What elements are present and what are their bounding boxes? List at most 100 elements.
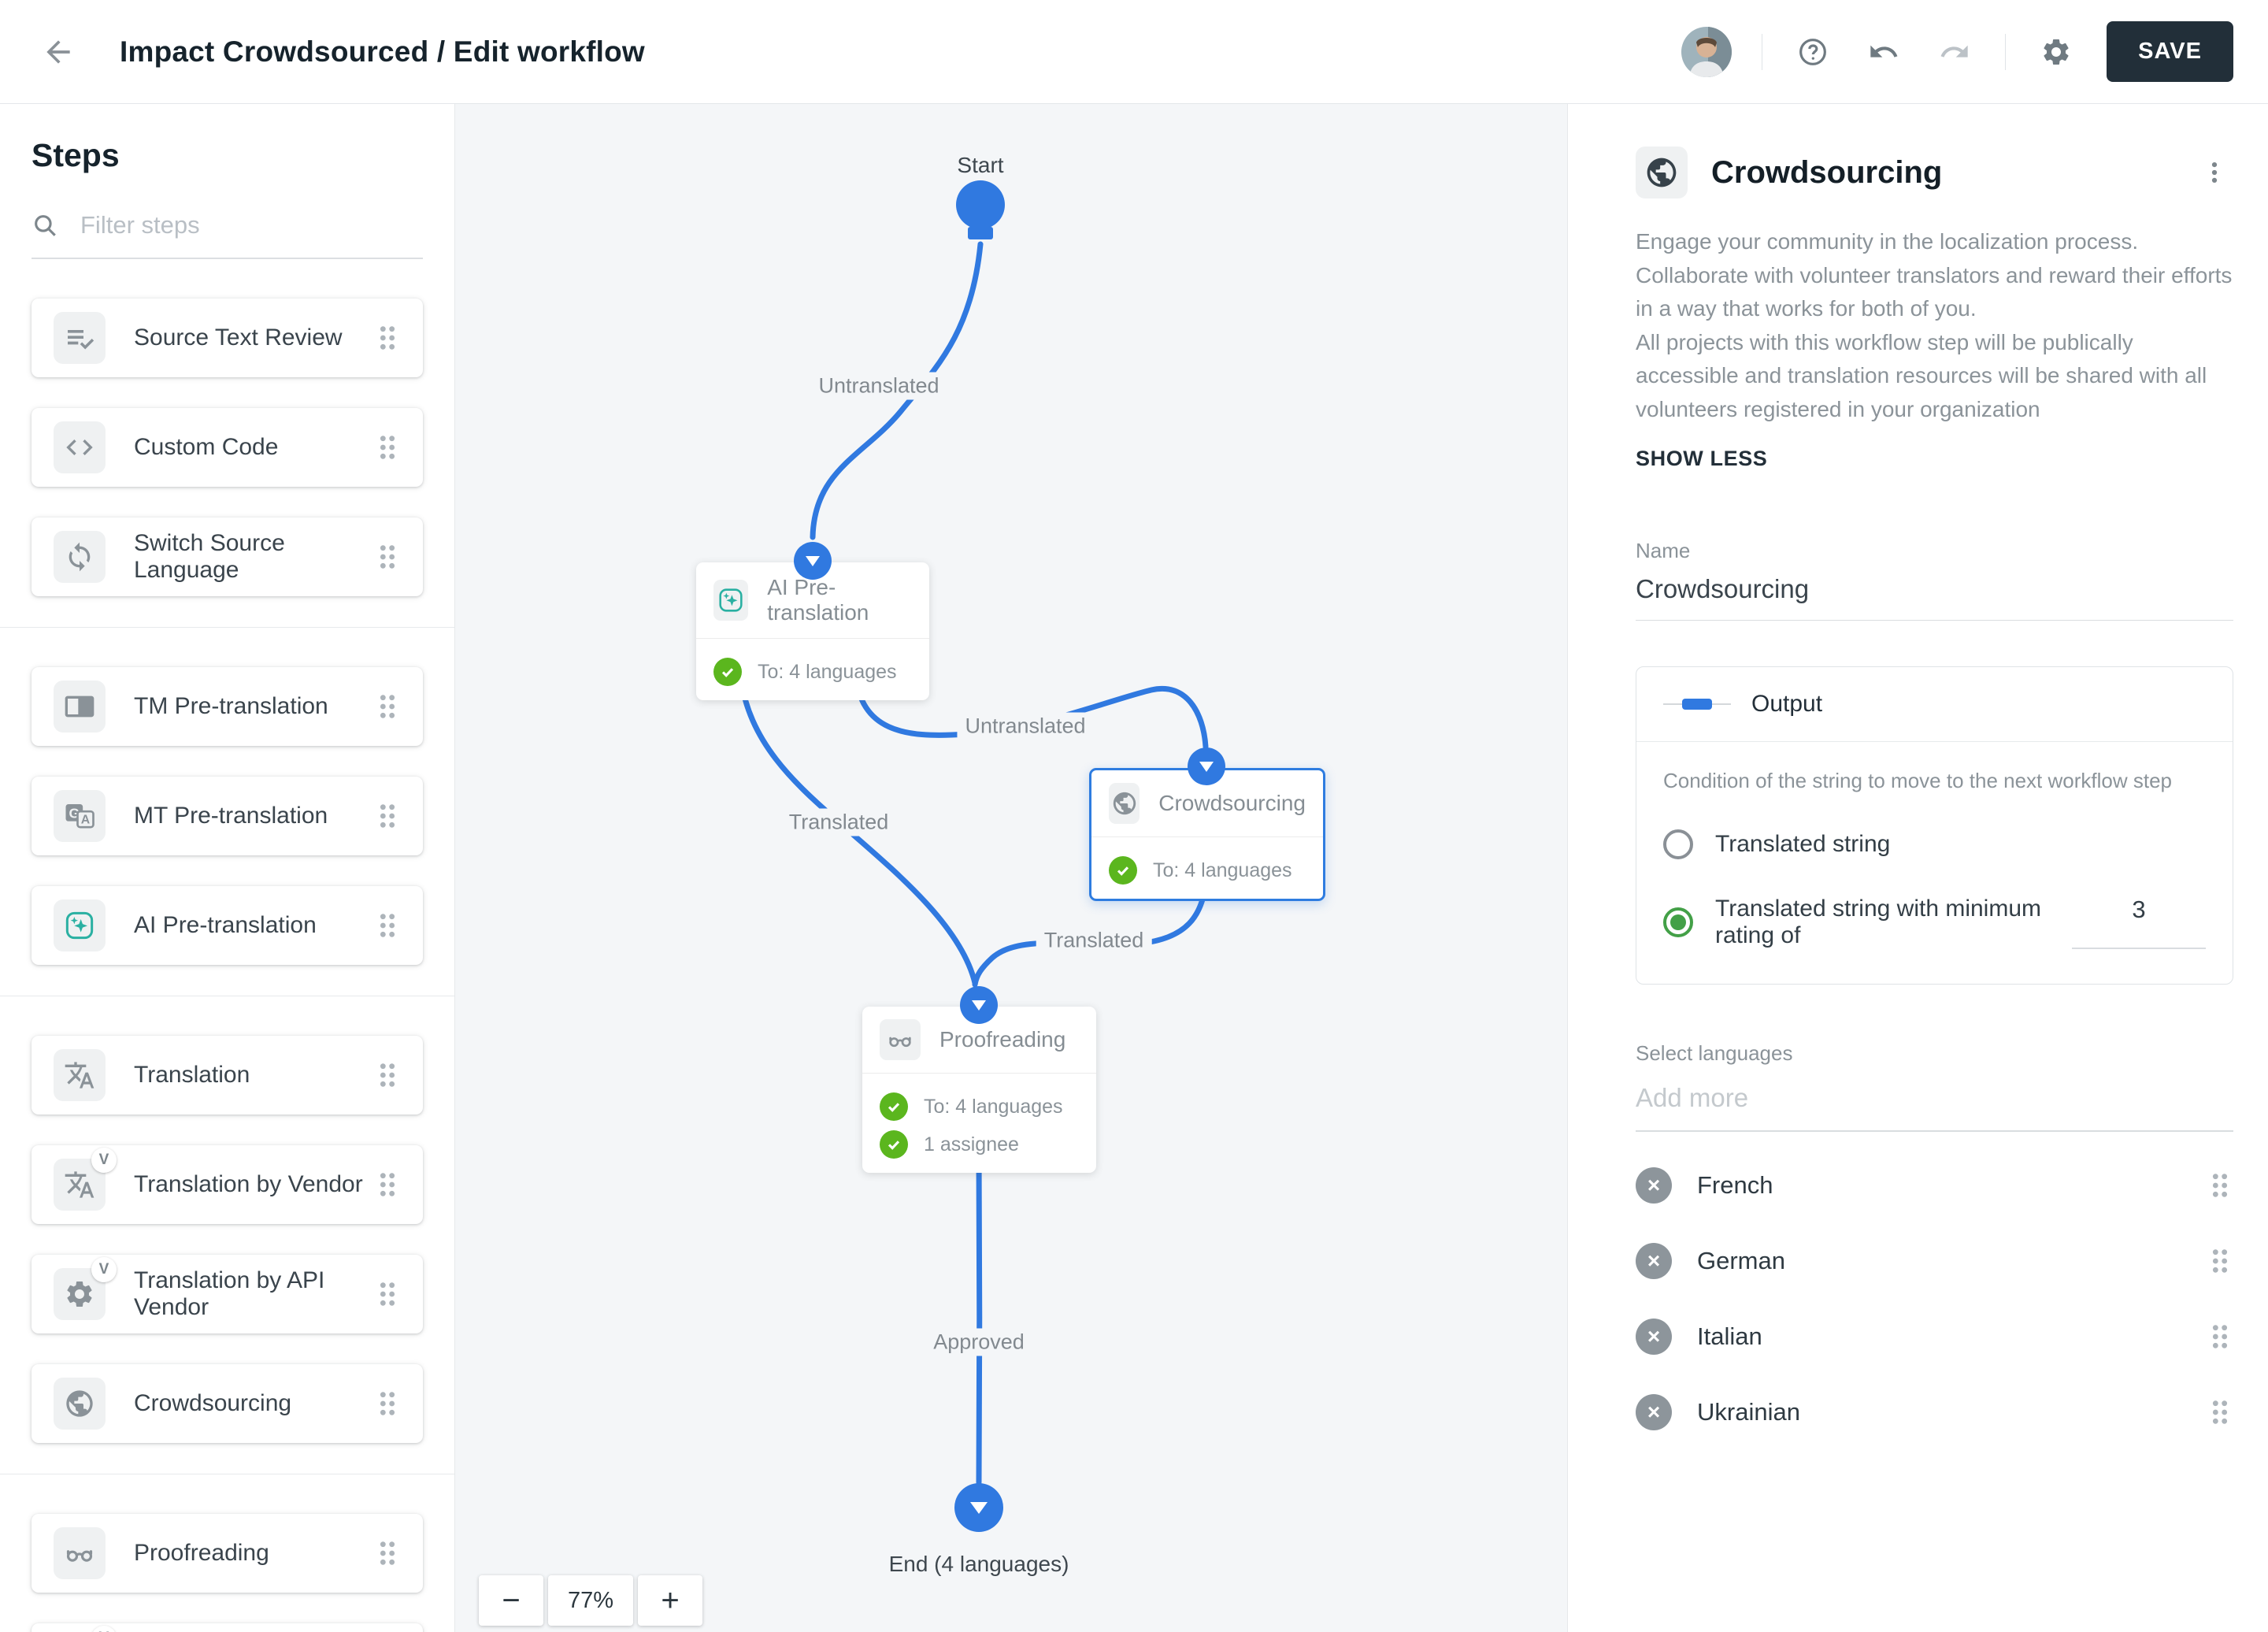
step-description: Engage your community in the localizatio… <box>1636 225 2233 426</box>
drag-handle-icon[interactable] <box>374 322 401 354</box>
translate-icon: V <box>54 1148 117 1211</box>
step-card-translation-by-vendor[interactable]: V Translation by Vendor <box>32 1145 423 1224</box>
workflow-node-ai-pre-translation[interactable]: AI Pre-translation To: 4 languages <box>696 562 929 700</box>
toolbar-divider <box>2005 33 2007 70</box>
end-node[interactable] <box>954 1483 1003 1532</box>
step-card-proofreading[interactable]: Proofreading <box>32 1514 423 1593</box>
node-status: To: 4 languages <box>924 1095 1063 1118</box>
drag-handle-icon[interactable] <box>374 1278 401 1310</box>
undo-button[interactable] <box>1863 32 1904 72</box>
top-bar: Impact Crowdsourced / Edit workflow SAVE <box>0 0 2268 104</box>
step-card-ai-pre-translation[interactable]: AI Pre-translation <box>32 886 423 965</box>
workflow-node-crowdsourcing[interactable]: Crowdsourcing To: 4 languages <box>1089 768 1325 901</box>
zoom-in-button[interactable]: + <box>638 1575 702 1626</box>
filter-steps-input[interactable] <box>79 210 423 240</box>
remove-language-button[interactable]: × <box>1636 1394 1672 1431</box>
gear-icon <box>2040 36 2072 68</box>
input-port-icon <box>960 986 998 1024</box>
settings-button[interactable] <box>2036 32 2077 72</box>
step-card-tm-pre-translation[interactable]: TM Pre-translation <box>32 667 423 746</box>
radio-option-translated-string[interactable]: Translated string <box>1663 829 2206 860</box>
drag-handle-icon[interactable] <box>374 1169 401 1200</box>
drag-handle-icon[interactable] <box>2207 1170 2233 1201</box>
drag-handle-icon[interactable] <box>374 800 401 832</box>
panel-title: Crowdsourcing <box>1711 154 1943 190</box>
node-status: To: 4 languages <box>758 660 897 683</box>
start-node[interactable] <box>956 180 1005 229</box>
drag-handle-icon[interactable] <box>374 1388 401 1419</box>
step-card-switch-source-language[interactable]: Switch Source Language <box>32 517 423 596</box>
kebab-menu-button[interactable] <box>2196 154 2233 191</box>
remove-language-button[interactable]: × <box>1636 1243 1672 1280</box>
vendor-badge: V <box>91 1626 117 1632</box>
edge-label: Untranslated <box>957 712 1094 740</box>
edge-proofreading-to-end <box>976 1148 983 1485</box>
kebab-icon <box>2201 159 2228 186</box>
step-card-crowdsourcing[interactable]: Crowdsourcing <box>32 1364 423 1443</box>
step-card-translation[interactable]: Translation <box>32 1036 423 1115</box>
step-label: MT Pre-translation <box>134 803 328 829</box>
step-label: AI Pre-translation <box>134 912 317 938</box>
radio-selected-icon <box>1663 907 1693 938</box>
language-name: French <box>1697 1171 1773 1200</box>
remove-language-button[interactable]: × <box>1636 1319 1672 1356</box>
language-row-german: × German <box>1636 1223 2233 1299</box>
node-status: 1 assignee <box>924 1133 1019 1155</box>
check-circle-icon <box>880 1092 908 1121</box>
step-card-translation-by-api-vendor[interactable]: V Translation by API Vendor <box>32 1255 423 1333</box>
save-button[interactable]: SAVE <box>2107 21 2233 82</box>
check-circle-icon <box>713 658 742 686</box>
radio-option-minimum-rating[interactable]: Translated string with minimum rating of <box>1663 896 2206 950</box>
end-node-label: End (4 languages) <box>888 1552 1069 1576</box>
drag-handle-icon[interactable] <box>374 432 401 463</box>
minimum-rating-input[interactable] <box>2072 896 2206 950</box>
input-port-icon <box>1188 747 1225 785</box>
help-icon <box>1797 36 1829 68</box>
step-label: Switch Source Language <box>134 530 285 583</box>
help-button[interactable] <box>1792 32 1833 72</box>
step-label: TM Pre-translation <box>134 693 328 719</box>
vendor-badge: V <box>91 1148 117 1173</box>
condition-label: Condition of the string to move to the n… <box>1663 769 2173 793</box>
glasses-icon <box>880 1019 921 1060</box>
page-title: Impact Crowdsourced / Edit workflow <box>120 35 645 68</box>
output-card-title: Output <box>1751 691 1823 718</box>
step-card-mt-pre-translation[interactable]: GA MT Pre-translation <box>32 777 423 855</box>
undo-icon <box>1868 36 1899 68</box>
zoom-level: 77% <box>548 1575 633 1626</box>
workflow-editor-app: Impact Crowdsourced / Edit workflow SAVE… <box>0 0 2268 1632</box>
language-list: × French × German × Italian × Ukrainian <box>1636 1148 2233 1450</box>
back-button[interactable] <box>35 28 82 76</box>
remove-language-button[interactable]: × <box>1636 1167 1672 1204</box>
steps-sidebar: Steps Source Text Review Custom <box>0 104 455 1632</box>
step-card-source-text-review[interactable]: Source Text Review <box>32 299 423 377</box>
show-less-link[interactable]: SHOW LESS <box>1636 447 1767 471</box>
drag-handle-icon[interactable] <box>374 1537 401 1569</box>
redo-button[interactable] <box>1934 32 1975 72</box>
drag-handle-icon[interactable] <box>2207 1396 2233 1428</box>
workflow-node-proofreading[interactable]: Proofreading To: 4 languages 1 assignee <box>862 1007 1096 1173</box>
drag-handle-icon[interactable] <box>374 691 401 722</box>
drag-handle-icon[interactable] <box>374 1059 401 1091</box>
step-label: Translation <box>134 1062 250 1088</box>
sync-icon <box>54 531 106 583</box>
back-arrow-icon <box>41 35 76 69</box>
drag-handle-icon[interactable] <box>374 541 401 573</box>
avatar[interactable] <box>1681 26 1732 77</box>
name-input[interactable] <box>1636 574 2233 621</box>
step-card-custom-code[interactable]: Custom Code <box>32 408 423 487</box>
zoom-out-button[interactable]: − <box>479 1575 543 1626</box>
workflow-canvas[interactable]: Start End (4 languages) Untranslated Unt… <box>455 104 1567 1632</box>
edge-label: Untranslated <box>810 372 947 400</box>
step-card-proofreading-by-vendor[interactable]: V Proofreading by Vendor <box>32 1623 423 1632</box>
globe-icon <box>54 1378 106 1430</box>
drag-handle-icon[interactable] <box>374 910 401 941</box>
check-circle-icon <box>880 1130 908 1159</box>
add-language-input[interactable] <box>1636 1083 2233 1133</box>
zoom-controls: − 77% + <box>479 1575 702 1626</box>
drag-handle-icon[interactable] <box>2207 1321 2233 1352</box>
drag-handle-icon[interactable] <box>2207 1245 2233 1277</box>
select-languages-label: Select languages <box>1636 1041 1793 1066</box>
svg-text:A: A <box>81 813 91 826</box>
steps-list: Source Text Review Custom Code Switch So… <box>0 299 454 1632</box>
